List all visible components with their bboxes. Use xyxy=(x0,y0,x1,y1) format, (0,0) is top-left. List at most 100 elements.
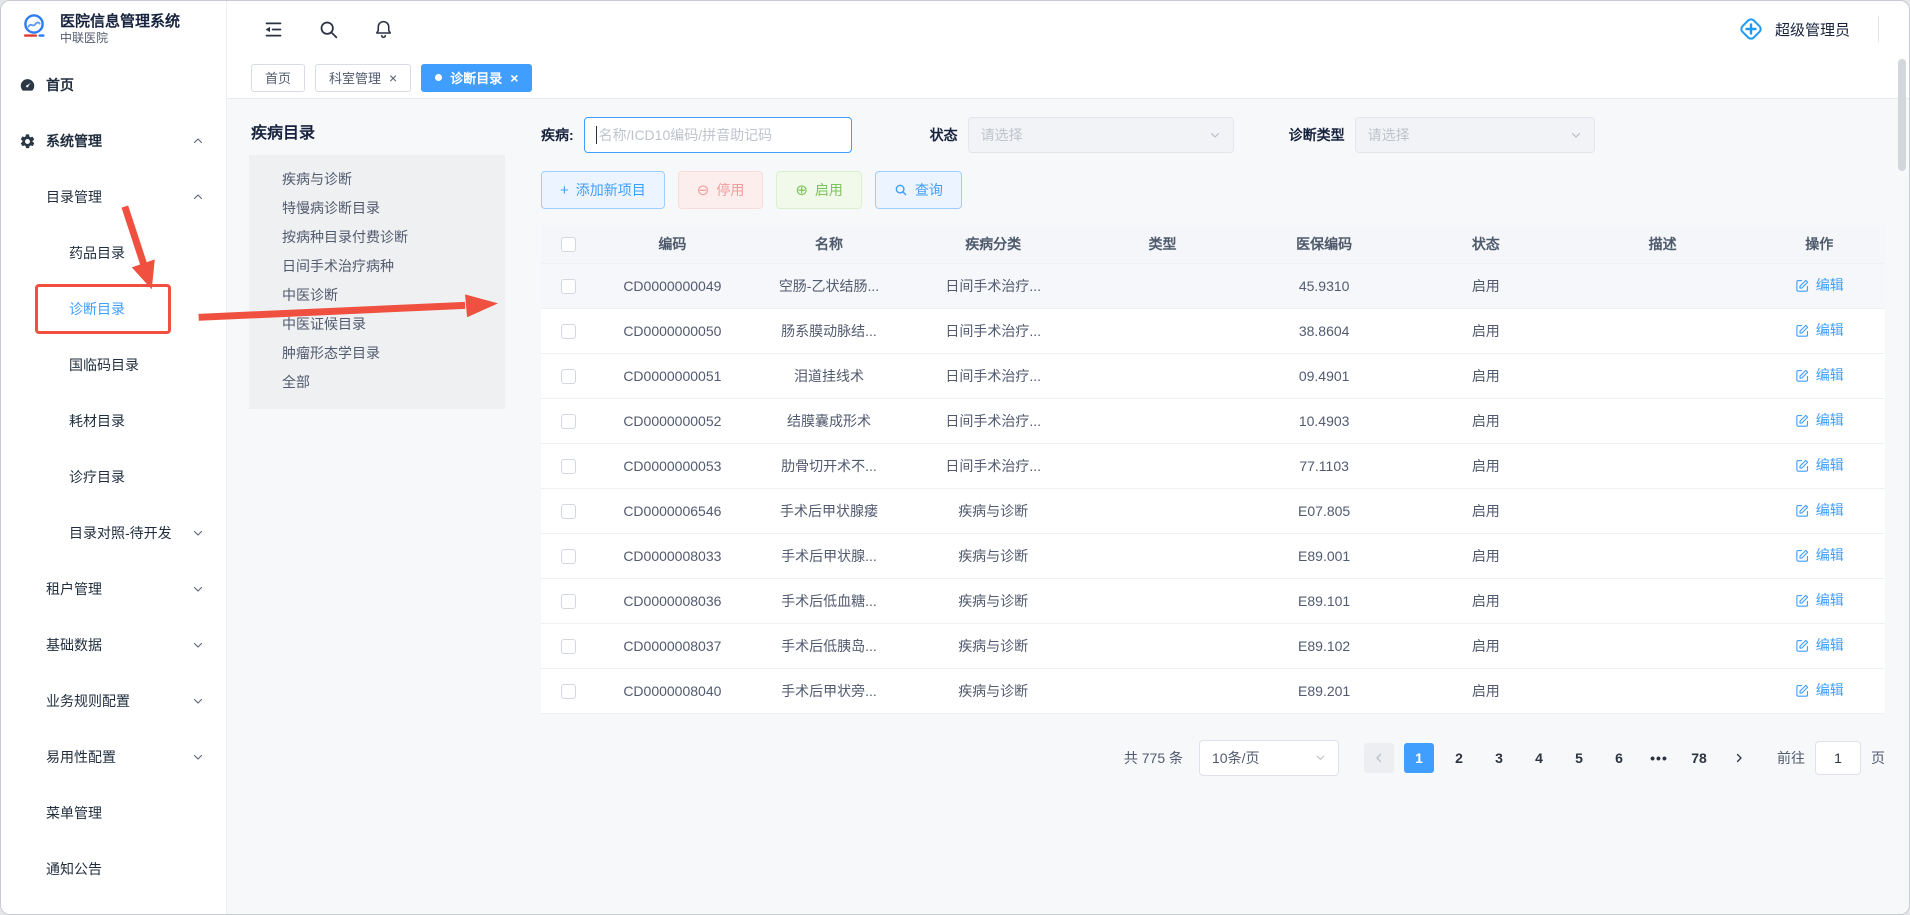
sidebar-item-notice[interactable]: 通知公告 xyxy=(1,841,226,897)
prev-page-button[interactable] xyxy=(1364,743,1394,773)
row-checkbox[interactable] xyxy=(561,279,576,294)
disable-button[interactable]: ⊖ 停用 xyxy=(678,171,764,209)
sidebar-item-system[interactable]: 系统管理 xyxy=(1,113,226,169)
close-icon[interactable]: × xyxy=(389,71,397,85)
table-row[interactable]: CD0000000051 泪道挂线术 日间手术治疗... 09.4901 启用 … xyxy=(541,353,1885,398)
search-icon[interactable] xyxy=(318,19,339,40)
app-title: 医院信息管理系统 xyxy=(60,13,180,31)
row-checkbox[interactable] xyxy=(561,504,576,519)
page-button-6[interactable]: 6 xyxy=(1604,743,1634,773)
row-checkbox[interactable] xyxy=(561,594,576,609)
diagnosis-type-select[interactable]: 请选择 xyxy=(1355,117,1595,153)
tab-diagnosis-catalog[interactable]: 诊断目录 × xyxy=(421,64,532,92)
edit-button[interactable]: 编辑 xyxy=(1795,275,1844,295)
table-row[interactable]: CD0000000053 肋骨切开术不... 日间手术治疗... 77.1103… xyxy=(541,443,1885,488)
fold-icon[interactable] xyxy=(263,19,284,40)
catalog-item-all[interactable]: 全部 xyxy=(249,368,505,397)
row-checkbox[interactable] xyxy=(561,324,576,339)
catalog-item-tcm-diagnosis[interactable]: 中医诊断 xyxy=(249,281,505,310)
edit-button[interactable]: 编辑 xyxy=(1795,545,1844,565)
sidebar-item-usability-config[interactable]: 易用性配置 xyxy=(1,729,226,785)
catalog-item-tumor-morphology[interactable]: 肿瘤形态学目录 xyxy=(249,339,505,368)
edit-button[interactable]: 编辑 xyxy=(1795,410,1844,430)
catalog-item-disease-diagnosis[interactable]: 疾病与诊断 xyxy=(249,165,505,194)
row-checkbox[interactable] xyxy=(561,639,576,654)
sidebar-item-diagnosis-catalog[interactable]: 诊断目录 xyxy=(1,281,226,337)
sidebar-item-menu-mgmt[interactable]: 菜单管理 xyxy=(1,785,226,841)
sidebar: 医院信息管理系统 中联医院 首页 系统管理 目录管理 xyxy=(1,1,227,914)
goto-page-input[interactable]: 1 xyxy=(1815,741,1861,775)
app-subtitle: 中联医院 xyxy=(60,31,180,45)
table-row[interactable]: CD0000008036 手术后低血糖... 疾病与诊断 E89.101 启用 … xyxy=(541,578,1885,623)
pagination: 共 775 条 10条/页 1 2 3 4 5 6 ••• 78 xyxy=(541,740,1885,776)
table-row[interactable]: CD0000008033 手术后甲状腺... 疾病与诊断 E89.001 启用 … xyxy=(541,533,1885,578)
page-size-select[interactable]: 10条/页 xyxy=(1199,740,1339,776)
table-row[interactable]: CD0000000049 空肠-乙状结肠... 日间手术治疗... 45.931… xyxy=(541,263,1885,308)
sidebar-item-home[interactable]: 首页 xyxy=(1,57,226,113)
row-checkbox[interactable] xyxy=(561,684,576,699)
chevron-down-icon xyxy=(192,751,204,763)
gear-icon xyxy=(19,133,36,150)
status-select[interactable]: 请选择 xyxy=(968,117,1234,153)
disease-catalog-panel: 疾病目录 疾病与诊断 特慢病诊断目录 按病种目录付费诊断 日间手术治疗病种 中医… xyxy=(249,115,505,914)
select-all-checkbox[interactable] xyxy=(561,237,576,252)
edit-button[interactable]: 编辑 xyxy=(1795,500,1844,520)
edit-button[interactable]: 编辑 xyxy=(1795,320,1844,340)
page-button-1[interactable]: 1 xyxy=(1404,743,1434,773)
sidebar-item-base-data[interactable]: 基础数据 xyxy=(1,617,226,673)
circle-plus-icon: ⊕ xyxy=(795,183,808,198)
sidebar-item-catalog-compare[interactable]: 目录对照-待开发 xyxy=(1,505,226,561)
tab-home[interactable]: 首页 xyxy=(251,64,305,92)
page-button-78[interactable]: 78 xyxy=(1684,743,1714,773)
vertical-scrollbar[interactable] xyxy=(1898,59,1906,171)
sidebar-item-treatment-catalog[interactable]: 诊疗目录 xyxy=(1,449,226,505)
row-checkbox[interactable] xyxy=(561,369,576,384)
enable-button[interactable]: ⊕ 启用 xyxy=(776,171,862,209)
sidebar-item-consumables-catalog[interactable]: 耗材目录 xyxy=(1,393,226,449)
catalog-item-day-surgery[interactable]: 日间手术治疗病种 xyxy=(249,252,505,281)
table-row[interactable]: CD0000008037 手术后低胰岛... 疾病与诊断 E89.102 启用 … xyxy=(541,623,1885,668)
page-button-5[interactable]: 5 xyxy=(1564,743,1594,773)
edit-button[interactable]: 编辑 xyxy=(1795,365,1844,385)
table-row[interactable]: CD0000006546 手术后甲状腺瘘 疾病与诊断 E07.805 启用 编辑 xyxy=(541,488,1885,533)
next-page-button[interactable] xyxy=(1724,743,1754,773)
sidebar-item-drug-catalog[interactable]: 药品目录 xyxy=(1,225,226,281)
edit-button[interactable]: 编辑 xyxy=(1795,455,1844,475)
bell-icon[interactable] xyxy=(373,19,394,40)
hospital-logo-icon xyxy=(17,14,51,44)
sidebar-item-tenant-mgmt[interactable]: 租户管理 xyxy=(1,561,226,617)
table-row[interactable]: CD0000000050 肠系膜动脉结... 日间手术治疗... 38.8604… xyxy=(541,308,1885,353)
user-area[interactable]: 超级管理员 xyxy=(1737,15,1879,43)
logo-row: 医院信息管理系统 中联医院 xyxy=(1,1,226,57)
panel-title: 疾病目录 xyxy=(249,115,505,155)
row-checkbox[interactable] xyxy=(561,414,576,429)
close-icon[interactable]: × xyxy=(510,71,518,85)
catalog-item-special-chronic[interactable]: 特慢病诊断目录 xyxy=(249,194,505,223)
edit-icon xyxy=(1795,593,1810,608)
sidebar-item-national-code-catalog[interactable]: 国临码目录 xyxy=(1,337,226,393)
row-checkbox[interactable] xyxy=(561,549,576,564)
sidebar-item-business-rules[interactable]: 业务规则配置 xyxy=(1,673,226,729)
table-row[interactable]: CD0000000052 结膜囊成形术 日间手术治疗... 10.4903 启用… xyxy=(541,398,1885,443)
edit-button[interactable]: 编辑 xyxy=(1795,680,1844,700)
tab-department-mgmt[interactable]: 科室管理 × xyxy=(315,64,411,92)
medical-cross-icon xyxy=(1737,15,1765,43)
edit-icon xyxy=(1795,638,1810,653)
add-item-button[interactable]: + 添加新项目 xyxy=(541,171,665,209)
disease-search-input[interactable]: 名称/ICD10编码/拼音助记码 xyxy=(584,117,852,153)
page-button-4[interactable]: 4 xyxy=(1524,743,1554,773)
edit-button[interactable]: 编辑 xyxy=(1795,590,1844,610)
page-button-3[interactable]: 3 xyxy=(1484,743,1514,773)
query-button[interactable]: 查询 xyxy=(875,171,962,209)
edit-button[interactable]: 编辑 xyxy=(1795,635,1844,655)
sidebar-item-catalog-mgmt[interactable]: 目录管理 xyxy=(1,169,226,225)
catalog-item-per-disease-payment[interactable]: 按病种目录付费诊断 xyxy=(249,223,505,252)
row-checkbox[interactable] xyxy=(561,459,576,474)
sidebar-item-label: 诊断目录 xyxy=(69,299,125,319)
page-button-2[interactable]: 2 xyxy=(1444,743,1474,773)
user-name: 超级管理员 xyxy=(1775,19,1850,40)
more-pages-icon[interactable]: ••• xyxy=(1644,750,1674,766)
sidebar-item-label: 目录对照-待开发 xyxy=(69,523,172,543)
catalog-item-tcm-syndrome[interactable]: 中医证候目录 xyxy=(249,310,505,339)
table-row[interactable]: CD0000008040 手术后甲状旁... 疾病与诊断 E89.201 启用 … xyxy=(541,668,1885,713)
